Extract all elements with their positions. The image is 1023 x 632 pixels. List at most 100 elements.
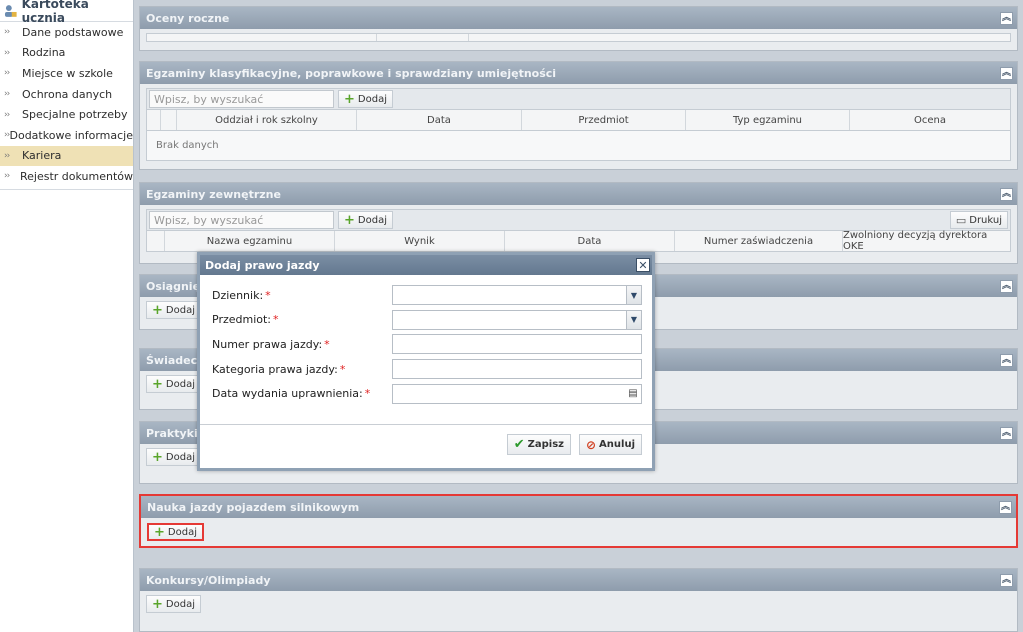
collapse-icon[interactable]: ︽ [1000,187,1013,201]
add-button[interactable]: + Dodaj [146,375,201,393]
print-button-label: Drukuj [969,214,1002,226]
panel-nauka-jazdy: Nauka jazdy pojazdem silnikowym ︽ + Dodaj [139,494,1018,548]
print-button[interactable]: ▭ Drukuj [949,211,1008,229]
field-label: Przedmiot: * [212,313,279,327]
plus-icon: + [344,91,355,107]
required-mark: * [273,313,279,327]
plus-icon: + [152,449,163,465]
form-row-data: Data wydania uprawnienia: * ▤ [212,381,642,406]
student-card-icon [4,4,17,17]
dialog-title: Dodaj prawo jazdy [205,258,320,272]
form-row-przedmiot: Przedmiot: * ▼ [212,308,642,333]
form-row-dziennik: Dziennik: * ▼ [212,283,642,308]
col-header[interactable]: Ocena [850,110,1010,130]
chevron-right-icon: ›› [4,109,10,120]
sidebar-item-label: Kariera [22,149,62,163]
add-button-label: Dodaj [165,304,195,316]
col-header[interactable]: Data [505,231,675,251]
col-header[interactable]: Zwolniony decyzją dyrektora OKE [843,230,1010,252]
form-row-numer: Numer prawa jazdy: * [212,332,642,357]
sidebar-item-miejsce-w-szkole[interactable]: ›› Miejsce w szkole [0,63,133,84]
plus-icon: + [152,596,163,612]
dialog-header: Dodaj prawo jazdy ✕ [200,255,652,275]
add-button[interactable]: + Dodaj [338,90,393,108]
col-header[interactable]: Oddział i rok szkolny [177,110,357,130]
sidebar-item-dodatkowe-informacje[interactable]: ›› Dodatkowe informacje [0,125,133,146]
col-select[interactable] [147,110,161,130]
sidebar-item-ochrona-danych[interactable]: ›› Ochrona danych [0,84,133,105]
sidebar-item-label: Dane podstawowe [22,25,124,39]
toolbar: Wpisz, by wyszukać + Dodaj ▭ Drukuj [146,209,1011,231]
field-label: Kategoria prawa jazdy: * [212,362,346,376]
cancel-button[interactable]: ⊘ Anuluj [578,434,642,455]
save-button[interactable]: ✔ Zapisz [506,434,571,455]
col-header[interactable]: Numer zaświadczenia [675,231,843,251]
panel-egzaminy-klasyfikacyjne: Egzaminy klasyfikacyjne, poprawkowe i sp… [139,61,1018,170]
sidebar-header: Kartoteka ucznia [0,0,133,25]
collapse-icon[interactable]: ︽ [1000,426,1013,440]
collapse-icon[interactable]: ︽ [1000,353,1013,367]
chevron-right-icon: ›› [4,68,10,79]
sidebar-title: Kartoteka ucznia [21,0,89,25]
sidebar-item-dane-podstawowe[interactable]: ›› Dane podstawowe [0,22,133,43]
dziennik-select[interactable]: ▼ [391,285,642,306]
col-expand[interactable] [161,110,177,130]
chevron-down-icon[interactable]: ▼ [626,286,641,305]
add-button-label: Dodaj [165,598,195,610]
table-header: Nazwa egzaminu Wynik Data Numer zaświadc… [146,230,1011,252]
save-button-label: Zapisz [527,439,564,450]
plus-icon: + [344,212,355,228]
sidebar-item-rejestr-dokumentow[interactable]: ›› Rejestr dokumentów [0,166,133,187]
add-button-label: Dodaj [357,214,387,226]
col-header[interactable]: Data [357,110,522,130]
add-button[interactable]: + Dodaj [146,595,201,613]
sidebar-item-specjalne-potrzeby[interactable]: ›› Specjalne potrzeby [0,104,133,125]
chevron-right-icon: ›› [4,171,10,182]
add-button[interactable]: + Dodaj [147,523,204,541]
panel-header: Egzaminy zewnętrzne ︽ [140,183,1017,205]
cancel-button-label: Anuluj [599,439,635,450]
col-header[interactable]: Przedmiot [522,110,686,130]
col-header[interactable]: Wynik [335,231,505,251]
issue-date-input[interactable]: ▤ [391,383,642,404]
collapse-icon[interactable]: ︽ [999,500,1012,514]
collapse-icon[interactable]: ︽ [1000,11,1013,25]
add-button[interactable]: + Dodaj [146,301,201,319]
search-input[interactable]: Wpisz, by wyszukać [149,90,334,108]
chevron-right-icon: ›› [4,89,10,100]
sidebar-item-kariera[interactable]: ›› Kariera [0,145,133,167]
collapse-icon[interactable]: ︽ [1000,66,1013,80]
add-button[interactable]: + Dodaj [338,211,393,229]
plus-icon: + [152,376,163,392]
sidebar-item-rodzina[interactable]: ›› Rodzina [0,43,133,64]
col-select[interactable] [147,231,165,251]
check-icon: ✔ [513,437,525,452]
close-icon[interactable]: ✕ [636,258,650,272]
collapse-icon[interactable]: ︽ [1000,573,1013,587]
search-input[interactable]: Wpisz, by wyszukać [149,211,334,229]
sidebar-item-label: Rejestr dokumentów [19,169,133,183]
required-mark: * [364,387,371,401]
add-button-label: Dodaj [167,526,197,538]
sidebar-divider [0,188,133,190]
col-header[interactable]: Typ egzaminu [686,110,850,130]
przedmiot-select[interactable]: ▼ [391,309,642,330]
sidebar-item-label: Specjalne potrzeby [22,108,128,122]
add-button-label: Dodaj [357,93,387,105]
chevron-down-icon[interactable]: ▼ [626,310,641,329]
panel-oceny-roczne: Oceny roczne ︽ [139,6,1018,51]
panel-title: Oceny roczne [146,11,230,25]
calendar-icon[interactable]: ▤ [626,386,640,402]
add-button[interactable]: + Dodaj [146,448,201,466]
field-label: Numer prawa jazdy: * [212,337,330,351]
plus-icon: + [152,302,163,318]
table-header: Oddział i rok szkolny Data Przedmiot Typ… [146,110,1011,131]
sidebar-item-label: Rodzina [22,46,66,60]
col-header[interactable]: Nazwa egzaminu [165,231,335,251]
license-category-input[interactable] [391,359,642,380]
license-number-input[interactable] [391,334,642,355]
empty-state: Brak danych [146,131,1011,161]
sidebar-item-label: Miejsce w szkole [22,66,113,80]
collapse-icon[interactable]: ︽ [1000,279,1013,293]
panel-title: Konkursy/Olimpiady [146,573,271,587]
